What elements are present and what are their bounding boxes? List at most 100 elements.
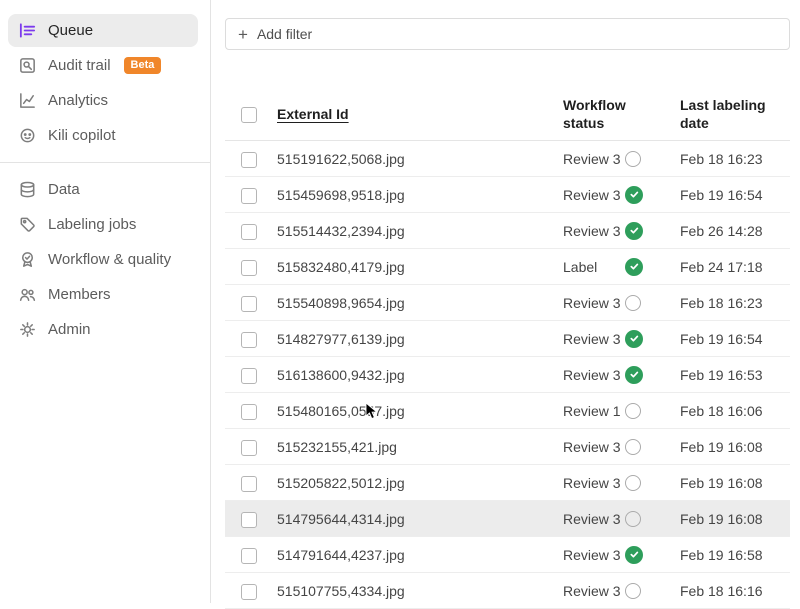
sidebar-item-label: Workflow & quality bbox=[48, 251, 172, 268]
table-row[interactable]: 515514432,2394.jpg Review 3 Feb 26 14:28 bbox=[225, 213, 790, 250]
external-id-cell: 515107755,4334.jpg bbox=[277, 582, 405, 599]
sidebar-item-data[interactable]: Data bbox=[8, 173, 198, 206]
column-header-workflow-status[interactable]: Workflow status bbox=[563, 96, 626, 132]
external-id-cell: 515459698,9518.jpg bbox=[277, 186, 405, 203]
analytics-icon bbox=[20, 93, 35, 108]
external-id-cell: 515232155,421.jpg bbox=[277, 438, 397, 455]
workflow-status-cell: Review 3 bbox=[563, 510, 621, 527]
last-labeling-date-cell: Feb 18 16:23 bbox=[680, 294, 763, 311]
table-row[interactable]: 515191622,5068.jpg Review 3 Feb 18 16:23 bbox=[225, 141, 790, 178]
workflow-status-cell: Review 3 bbox=[563, 582, 621, 599]
status-pending-icon bbox=[625, 438, 641, 455]
row-checkbox[interactable] bbox=[241, 187, 257, 204]
row-checkbox[interactable] bbox=[241, 223, 257, 240]
workflow-status-cell: Review 3 bbox=[563, 330, 621, 347]
sidebar-item-audit-trail[interactable]: Audit trail Beta bbox=[8, 49, 198, 82]
table-row[interactable]: 515205822,5012.jpg Review 3 Feb 19 16:08 bbox=[225, 465, 790, 502]
sidebar-item-labeling-jobs[interactable]: Labeling jobs bbox=[8, 208, 198, 241]
last-labeling-date-cell: Feb 19 16:08 bbox=[680, 474, 763, 491]
last-labeling-date-cell: Feb 19 16:54 bbox=[680, 186, 763, 203]
status-pending-icon bbox=[625, 474, 641, 491]
sidebar-divider bbox=[0, 162, 210, 163]
sidebar-item-kili-copilot[interactable]: Kili copilot bbox=[8, 119, 198, 152]
status-done-icon bbox=[625, 545, 643, 564]
status-pending-icon bbox=[625, 582, 641, 599]
sidebar-item-analytics[interactable]: Analytics bbox=[8, 84, 198, 117]
select-all-checkbox[interactable] bbox=[241, 106, 257, 123]
external-id-cell: 514827977,6139.jpg bbox=[277, 330, 405, 347]
row-checkbox[interactable] bbox=[241, 583, 257, 600]
sidebar-item-label: Analytics bbox=[48, 92, 109, 109]
table-row[interactable]: 514795644,4314.jpg Review 3 Feb 19 16:08 bbox=[225, 501, 790, 538]
table-row[interactable]: 515832480,4179.jpg Label Feb 24 17:18 bbox=[225, 249, 790, 286]
members-icon bbox=[19, 288, 36, 301]
workflow-status-cell: Review 3 bbox=[563, 546, 621, 563]
external-id-cell: 515191622,5068.jpg bbox=[277, 150, 405, 167]
workflow-status-cell: Review 3 bbox=[563, 366, 621, 383]
workflow-status-cell: Review 3 bbox=[563, 438, 621, 455]
status-done-icon bbox=[625, 185, 643, 204]
row-checkbox[interactable] bbox=[241, 331, 257, 348]
external-id-cell: 515205822,5012.jpg bbox=[277, 474, 405, 491]
last-labeling-date-cell: Feb 18 16:16 bbox=[680, 582, 763, 599]
table-row[interactable]: 516138600,9432.jpg Review 3 Feb 19 16:53 bbox=[225, 357, 790, 394]
last-labeling-date-cell: Feb 19 16:08 bbox=[680, 510, 763, 527]
status-pending-icon bbox=[625, 510, 641, 527]
sidebar-item-label: Members bbox=[48, 286, 111, 303]
row-checkbox[interactable] bbox=[241, 151, 257, 168]
row-checkbox[interactable] bbox=[241, 259, 257, 276]
status-pending-icon bbox=[625, 402, 641, 419]
sidebar-item-label: Audit trail bbox=[48, 57, 111, 74]
sidebar-item-label: Kili copilot bbox=[48, 127, 116, 144]
external-id-cell: 515540898,9654.jpg bbox=[277, 294, 405, 311]
external-id-cell: 516138600,9432.jpg bbox=[277, 366, 405, 383]
row-checkbox[interactable] bbox=[241, 403, 257, 420]
table-row[interactable]: 514791644,4237.jpg Review 3 Feb 19 16:58 bbox=[225, 537, 790, 574]
workflow-status-cell: Review 3 bbox=[563, 294, 621, 311]
add-filter-button[interactable]: + Add filter bbox=[225, 18, 790, 50]
app-window: Queue Audit trail Beta Analytics Kili co… bbox=[0, 0, 800, 609]
copilot-icon bbox=[20, 128, 35, 143]
column-header-last-labeling-date[interactable]: Last labeling date bbox=[680, 96, 790, 132]
table-body: 515191622,5068.jpg Review 3 Feb 18 16:23… bbox=[225, 141, 790, 609]
workflow-status-cell: Review 3 bbox=[563, 150, 621, 167]
sidebar-item-queue[interactable]: Queue bbox=[8, 14, 198, 47]
status-pending-icon bbox=[625, 294, 641, 311]
last-labeling-date-cell: Feb 18 16:23 bbox=[680, 150, 763, 167]
external-id-cell: 514795644,4314.jpg bbox=[277, 510, 405, 527]
status-done-icon bbox=[625, 257, 643, 276]
status-pending-icon bbox=[625, 150, 641, 167]
row-checkbox[interactable] bbox=[241, 367, 257, 384]
sidebar-item-label: Labeling jobs bbox=[48, 216, 137, 233]
sidebar-item-workflow-quality[interactable]: Workflow & quality bbox=[8, 243, 198, 276]
sidebar-item-label: Queue bbox=[48, 22, 94, 39]
last-labeling-date-cell: Feb 19 16:08 bbox=[680, 438, 763, 455]
sidebar-item-members[interactable]: Members bbox=[8, 278, 198, 311]
tag-icon bbox=[20, 217, 35, 232]
column-header-external-id[interactable]: External Id bbox=[277, 105, 563, 123]
workflow-status-cell: Review 3 bbox=[563, 186, 621, 203]
table-row[interactable]: 515459698,9518.jpg Review 3 Feb 19 16:54 bbox=[225, 177, 790, 214]
row-checkbox[interactable] bbox=[241, 295, 257, 312]
table-row[interactable]: 515540898,9654.jpg Review 3 Feb 18 16:23 bbox=[225, 285, 790, 322]
main-content: + Add filter External Id Workflow status… bbox=[211, 0, 800, 609]
table-header: External Id Workflow status Last labelin… bbox=[225, 96, 790, 142]
row-checkbox[interactable] bbox=[241, 439, 257, 456]
row-checkbox[interactable] bbox=[241, 475, 257, 492]
row-checkbox[interactable] bbox=[241, 511, 257, 528]
last-labeling-date-cell: Feb 18 16:06 bbox=[680, 402, 763, 419]
table-row[interactable]: 514827977,6139.jpg Review 3 Feb 19 16:54 bbox=[225, 321, 790, 358]
sidebar-item-label: Data bbox=[48, 181, 80, 198]
row-checkbox[interactable] bbox=[241, 547, 257, 564]
external-id-cell: 514791644,4237.jpg bbox=[277, 546, 405, 563]
table-row[interactable]: 515107755,4334.jpg Review 3 Feb 18 16:16 bbox=[225, 573, 790, 609]
external-id-cell: 515514432,2394.jpg bbox=[277, 222, 405, 239]
external-id-cell: 515480165,0557.jpg bbox=[277, 402, 405, 419]
status-done-icon bbox=[625, 221, 643, 240]
status-done-icon bbox=[625, 365, 643, 384]
table-row[interactable]: 515232155,421.jpg Review 3 Feb 19 16:08 bbox=[225, 429, 790, 466]
workflow-status-cell: Review 3 bbox=[563, 222, 621, 239]
gear-icon bbox=[20, 322, 35, 337]
table-row[interactable]: 515480165,0557.jpg Review 1 Feb 18 16:06 bbox=[225, 393, 790, 430]
sidebar-item-admin[interactable]: Admin bbox=[8, 313, 198, 346]
